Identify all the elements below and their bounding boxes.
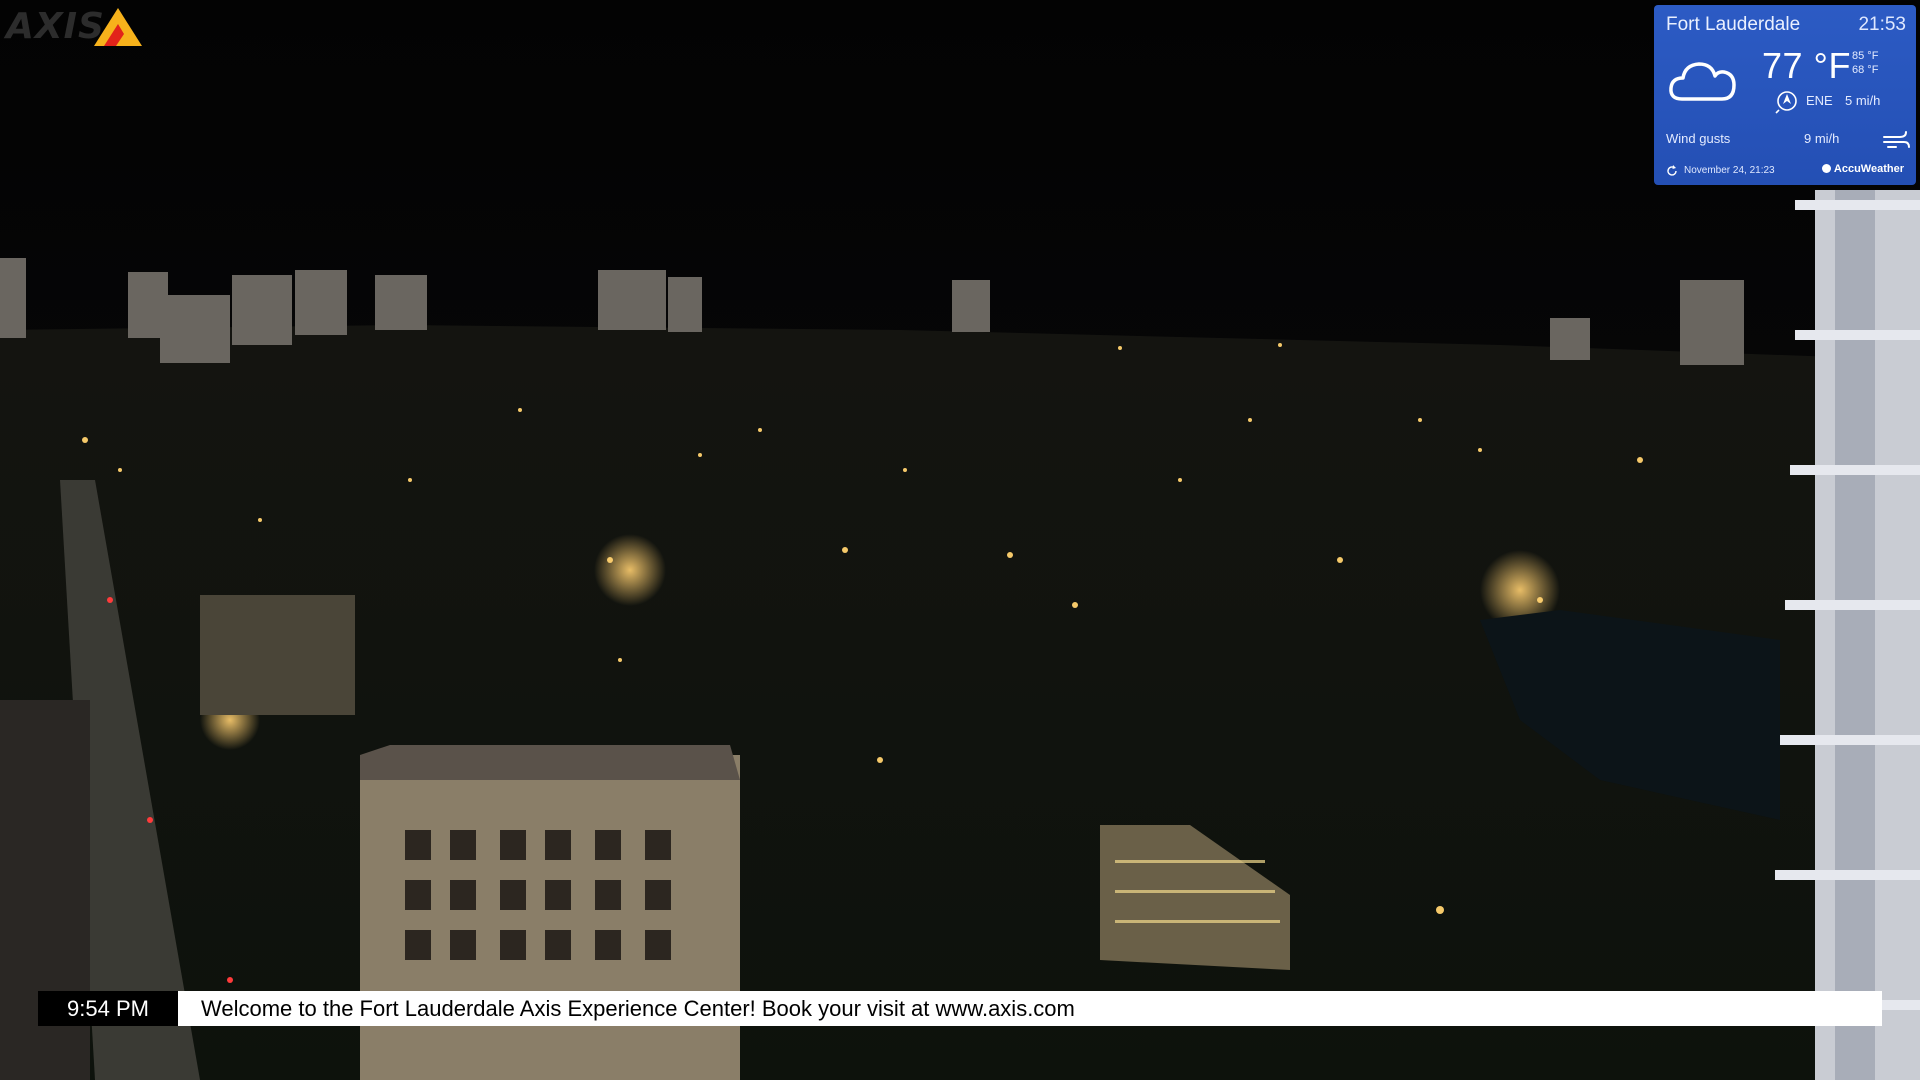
weather-updated: November 24, 21:23 xyxy=(1684,165,1775,176)
gusts-value: 9 mi/h xyxy=(1804,131,1840,146)
gusts-label: Wind gusts xyxy=(1666,131,1731,146)
weather-low: 68 °F xyxy=(1852,64,1879,76)
weather-temperature: 77 °F xyxy=(1762,45,1851,86)
cloud-icon xyxy=(1669,62,1736,101)
camera-view xyxy=(0,0,1920,1080)
accuweather-logo: AccuWeather xyxy=(1821,163,1904,175)
logo-text: AXIS xyxy=(6,6,105,47)
axis-logo: AXIS xyxy=(6,4,146,52)
refresh-icon xyxy=(1667,165,1677,176)
provider-name: AccuWeather xyxy=(1833,163,1904,175)
ticker-message: Welcome to the Fort Lauderdale Axis Expe… xyxy=(178,991,1882,1026)
wind-speed: 5 mi/h xyxy=(1845,93,1881,108)
weather-widget: Fort Lauderdale 21:53 77 °F 85 °F 68 °F … xyxy=(1654,5,1916,185)
wind-direction: ENE xyxy=(1806,93,1833,108)
logo-triangle-icon xyxy=(94,8,142,46)
ticker-time: 9:54 PM xyxy=(38,991,178,1026)
accuweather-sun-icon xyxy=(1821,164,1831,173)
weather-high: 85 °F xyxy=(1852,50,1879,62)
weather-city: Fort Lauderdale xyxy=(1666,14,1801,35)
weather-time: 21:53 xyxy=(1858,14,1906,35)
wind-direction-icon xyxy=(1775,91,1797,114)
wind-gusts-icon xyxy=(1883,131,1910,148)
